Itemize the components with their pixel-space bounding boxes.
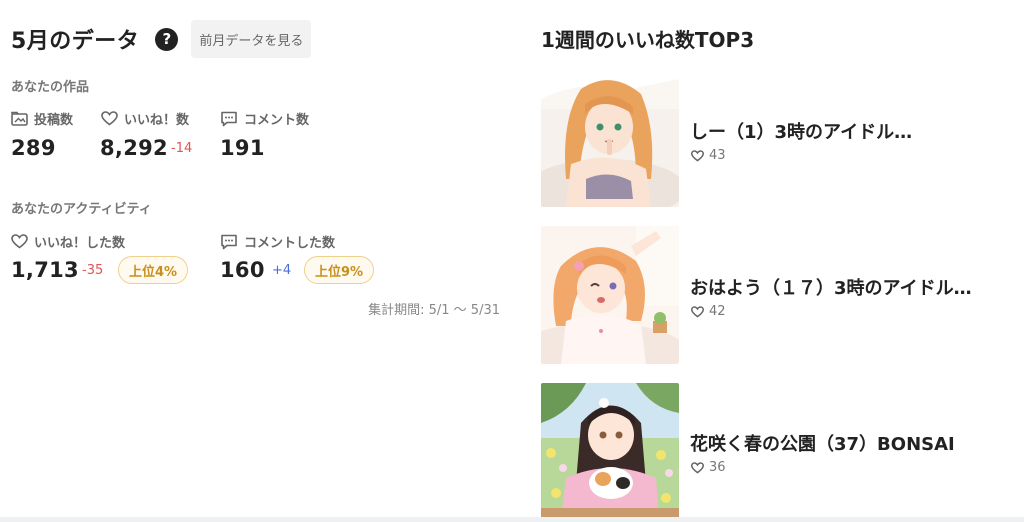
top-item-likes: 42 <box>691 304 726 319</box>
heart-icon <box>101 111 118 126</box>
liked-delta: -35 <box>82 263 104 278</box>
liked-stat-label: いいね！した数 <box>11 232 125 251</box>
bottom-divider <box>0 517 1024 522</box>
commented-label: コメントした数 <box>244 236 336 251</box>
likes-delta: -14 <box>171 141 193 156</box>
commented-stat-label: コメントした数 <box>220 232 335 251</box>
top-item-3[interactable]: 花咲く春の公園（37）BONSAI 36 <box>541 383 1011 521</box>
comments-label: コメント数 <box>244 113 310 128</box>
heart-icon <box>691 461 704 474</box>
heart-icon <box>11 234 28 249</box>
previous-month-button[interactable]: 前月データを見る <box>191 20 312 58</box>
heart-icon <box>691 149 704 162</box>
monthly-data-page: 5月のデータ ? 前月データを見る あなたの作品 投稿数 289 いいね！数 8… <box>0 0 1024 522</box>
top-item-like-count: 36 <box>709 460 726 475</box>
comments-stat-label: コメント数 <box>220 109 309 128</box>
posts-icon <box>11 111 28 126</box>
activity-section-label: あなたのアクティビティ <box>11 202 152 217</box>
commented-rank-badge: 上位9% <box>304 256 375 284</box>
likes-label: いいね！数 <box>124 113 190 128</box>
comments-value: 191 <box>220 136 265 160</box>
top-item-title[interactable]: 花咲く春の公園（37）BONSAI <box>690 430 955 456</box>
likes-stat-label: いいね！数 <box>101 109 189 128</box>
liked-label: いいね！した数 <box>34 236 126 251</box>
monthly-data-panel: 5月のデータ ? 前月データを見る あなたの作品 投稿数 289 いいね！数 8… <box>0 0 510 330</box>
top-item-1[interactable]: しー（1）3時のアイドル… 43 <box>541 69 1011 207</box>
posts-stat-label: 投稿数 <box>11 109 73 128</box>
monthly-title: 5月のデータ <box>11 29 140 54</box>
artwork-thumbnail[interactable] <box>541 383 679 521</box>
posts-label: 投稿数 <box>34 113 74 128</box>
posts-value: 289 <box>11 136 56 160</box>
top-item-likes: 36 <box>691 460 726 475</box>
commented-value: 160 <box>220 258 265 282</box>
top-item-2[interactable]: おはよう（１７）3時のアイドル… 42 <box>541 226 1011 364</box>
top-item-like-count: 42 <box>709 304 726 319</box>
liked-value: 1,713 <box>11 258 79 282</box>
top-item-like-count: 43 <box>709 148 726 163</box>
top-item-likes: 43 <box>691 148 726 163</box>
likes-value: 8,292 <box>100 136 168 160</box>
liked-rank-badge: 上位4% <box>118 256 189 284</box>
aggregation-period: 集計期間: 5/1 〜 5/31 <box>368 303 500 318</box>
monthly-title-row: 5月のデータ ? 前月データを見る <box>11 20 312 58</box>
comment-icon <box>221 234 237 249</box>
weekly-top-title: 1週間のいいね数TOP3 <box>541 28 755 52</box>
top-item-title[interactable]: しー（1）3時のアイドル… <box>690 118 912 144</box>
help-icon[interactable]: ? <box>155 27 179 51</box>
top-item-title[interactable]: おはよう（１７）3時のアイドル… <box>690 274 972 300</box>
heart-icon <box>691 305 704 318</box>
commented-delta: +4 <box>272 263 292 278</box>
comment-icon <box>221 111 237 126</box>
artwork-thumbnail[interactable] <box>541 226 679 364</box>
works-section-label: あなたの作品 <box>11 80 90 95</box>
artwork-thumbnail[interactable] <box>541 69 679 207</box>
